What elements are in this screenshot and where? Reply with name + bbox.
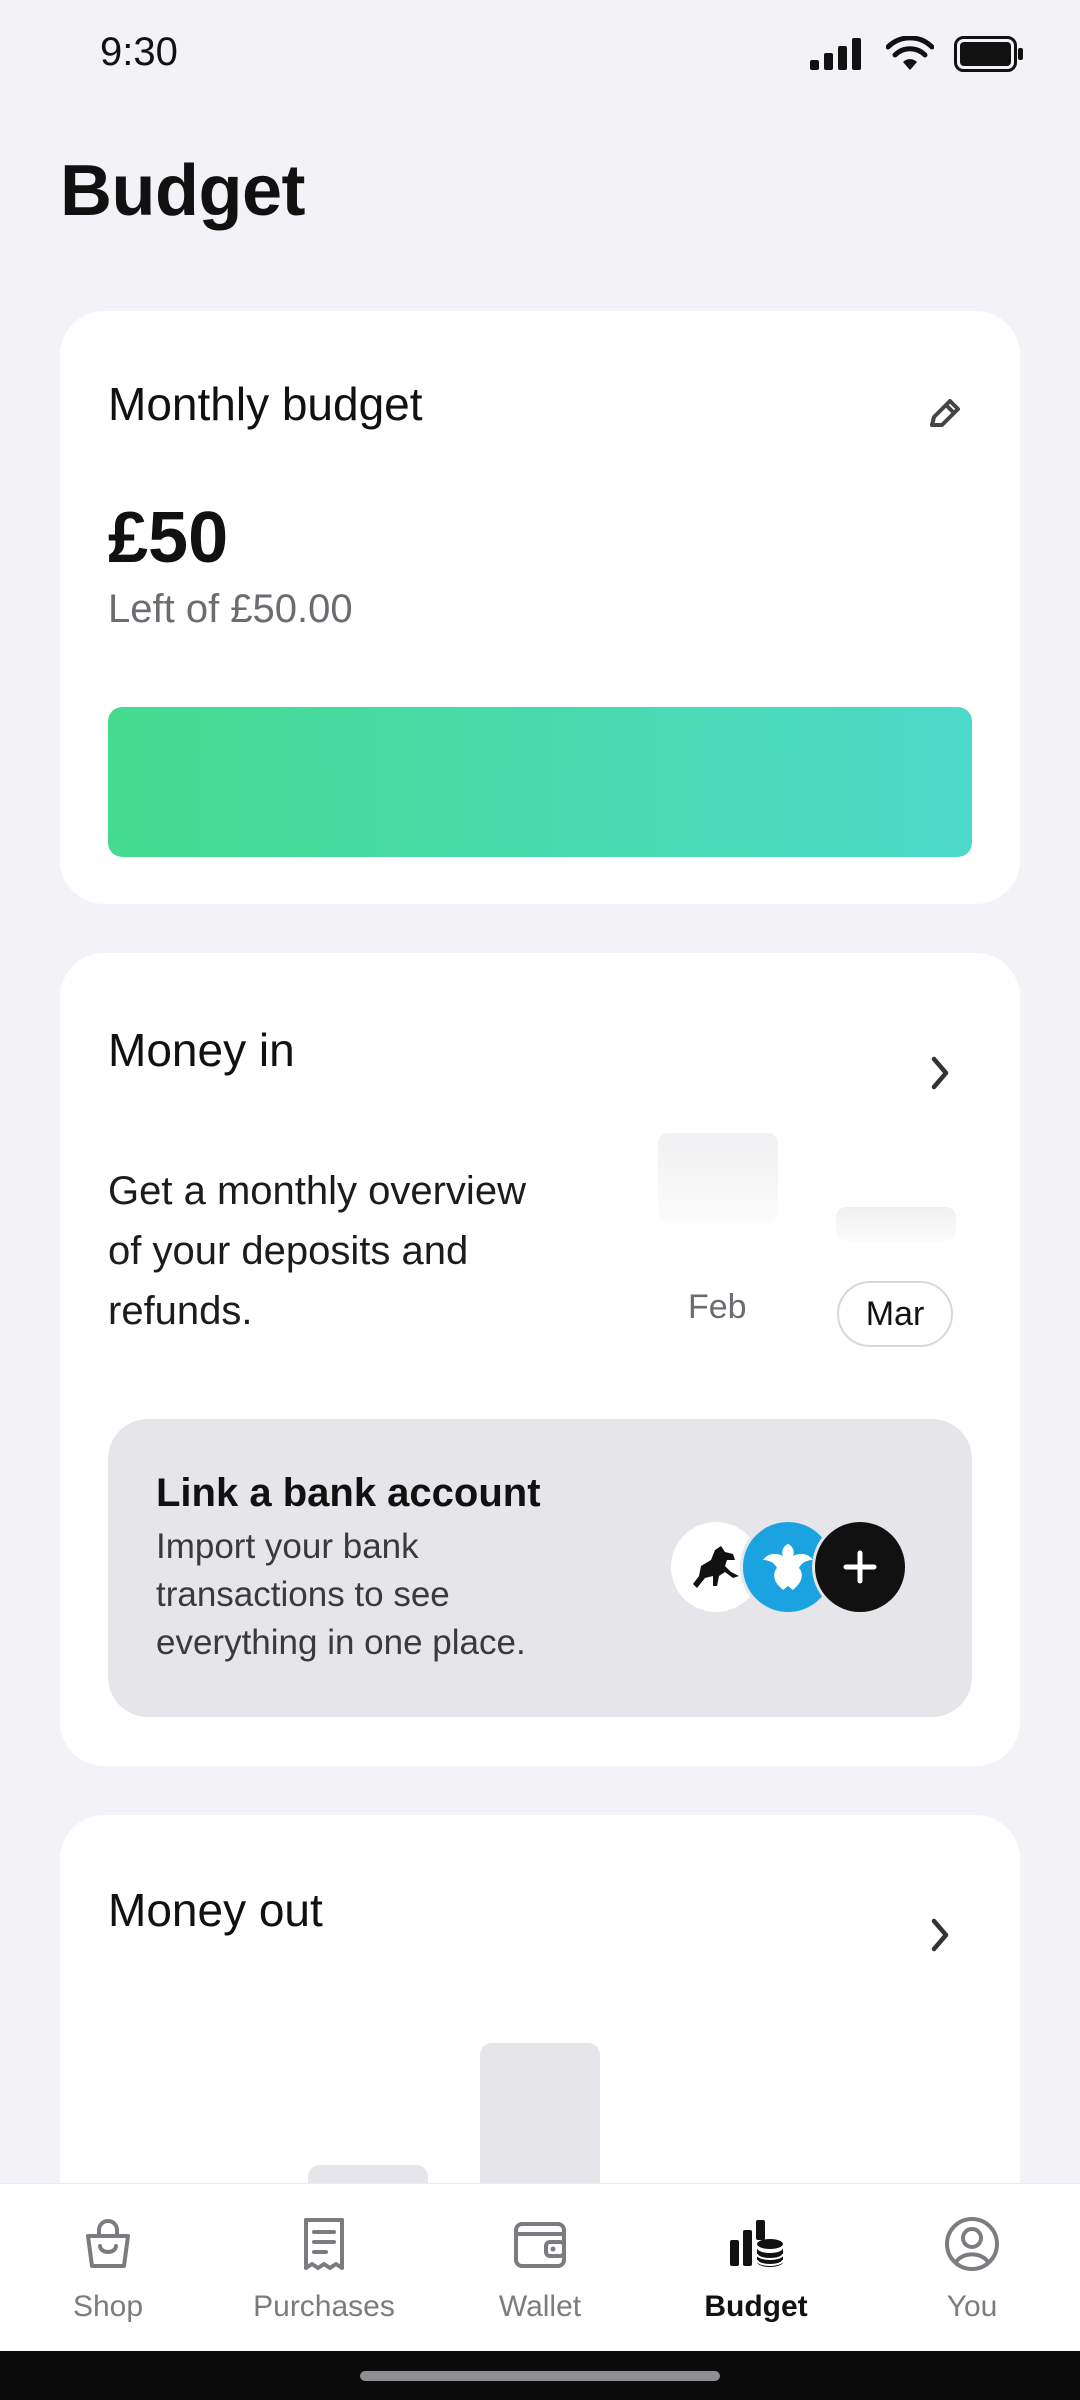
tab-label-budget: Budget [704,2290,808,2323]
page-title: Budget [60,151,305,231]
battery-icon [954,36,1024,77]
budget-icon [724,2212,788,2276]
budget-total-text: Left of £50.00 [108,587,353,631]
tab-label-wallet: Wallet [498,2290,582,2323]
profile-icon [940,2212,1004,2276]
tab-budget[interactable]: Budget [666,2212,846,2324]
tab-shop[interactable]: Shop [18,2212,198,2324]
tab-label-purchases: Purchases [253,2290,395,2323]
wallet-icon [508,2212,572,2276]
tab-wallet[interactable]: Wallet [450,2212,630,2324]
link-bank-description: Import your bank transactions to see eve… [156,1527,526,1662]
mar-bar-placeholder [836,1207,956,1241]
status-bar: 9:30 [0,0,1080,110]
tab-you[interactable]: You [882,2212,1062,2324]
tab-label-you: You [946,2290,998,2323]
tab-label-shop: Shop [72,2290,144,2323]
link-bank-account-banner[interactable]: Link a bank account Import your bank tra… [108,1419,972,1717]
monthly-budget-title: Monthly budget [108,378,423,430]
monthly-budget-card: Monthly budget £50 Left of £50.00 [60,311,1020,904]
money-in-description: Get a monthly overview of your deposits … [108,1169,526,1333]
edit-budget-button[interactable] [920,393,968,441]
money-out-chevron-icon[interactable] [920,1915,960,1955]
link-bank-title: Link a bank account [156,1471,541,1515]
bottom-tab-bar: Shop Purchases Wallet Budget You [0,2183,1080,2351]
shopping-bag-icon [76,2212,140,2276]
budget-progress-fill [108,707,972,857]
budget-remaining-amount: £50 [108,498,229,578]
status-icons [810,35,1024,77]
add-bank-plus-icon[interactable] [812,1519,908,1615]
money-in-card[interactable]: Money in Get a monthly overview of your … [60,953,1020,1766]
budget-progress-bar [108,707,972,857]
home-indicator-area [0,2351,1080,2400]
feb-bar-placeholder [658,1133,778,1223]
wifi-icon [885,35,935,77]
money-in-title: Money in [108,1024,295,1076]
money-in-chevron-icon[interactable] [920,1053,960,1093]
status-time: 9:30 [100,30,178,74]
home-indicator[interactable] [360,2371,720,2381]
bank-logos [668,1519,908,1619]
signal-icon [810,38,866,75]
money-out-title: Money out [108,1884,323,1936]
tab-purchases[interactable]: Purchases [234,2212,414,2324]
month-pill-mar[interactable]: Mar [837,1281,953,1347]
receipt-icon [292,2212,356,2276]
month-label-feb[interactable]: Feb [688,1288,747,1327]
pencil-icon [924,395,964,440]
